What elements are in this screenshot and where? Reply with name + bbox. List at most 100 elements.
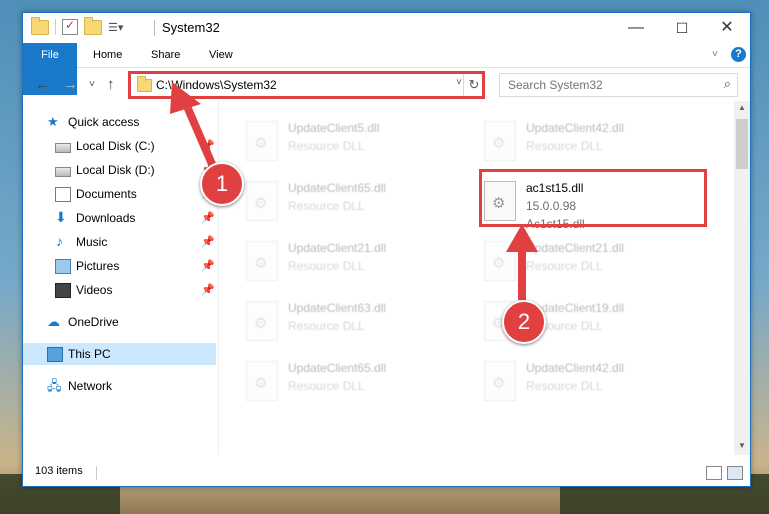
music-icon: ♪	[56, 233, 63, 249]
tab-view[interactable]: View	[196, 43, 246, 67]
search-input[interactable]	[506, 77, 710, 93]
file-description: Ac1st15.dll	[526, 217, 585, 231]
up-arrow-icon[interactable]: ↑	[107, 76, 115, 93]
close-button[interactable]: ✕	[704, 13, 750, 43]
file-version: 15.0.0.98	[526, 199, 577, 213]
status-bar: 103 items	[23, 461, 750, 485]
sidebar-item-label: OneDrive	[68, 315, 119, 329]
dll-file-icon	[484, 361, 516, 401]
sidebar-item-pictures[interactable]: Pictures 📌	[23, 255, 216, 277]
sidebar-item-label: Documents	[76, 187, 137, 201]
sidebar-item-label: Pictures	[76, 259, 120, 273]
scroll-up-icon[interactable]: ▲	[734, 103, 750, 112]
back-arrow-icon[interactable]: ←	[35, 76, 50, 93]
item-count: 103 items	[35, 465, 83, 477]
minimize-button[interactable]: —	[613, 13, 659, 43]
maximize-button[interactable]: ☐	[659, 13, 705, 43]
list-item[interactable]: UpdateClient21.dll Resource DLL	[242, 237, 472, 289]
pin-icon: 📌	[201, 284, 215, 296]
sidebar-item-quick-access[interactable]: ★ Quick access	[23, 111, 216, 133]
network-icon: 🖧	[47, 378, 62, 393]
divider	[55, 19, 56, 35]
file-name: UpdateClient5.dll	[288, 121, 380, 135]
dll-file-icon	[246, 361, 278, 401]
list-item[interactable]: UpdateClient42.dll Resource DLL	[480, 357, 710, 409]
sidebar-item-label: Music	[76, 235, 108, 249]
address-dropdown-chevron-icon[interactable]: ˅	[456, 77, 462, 88]
sidebar-item-onedrive[interactable]: ☁ OneDrive	[23, 311, 216, 333]
divider	[96, 466, 97, 480]
sidebar-item-local-disk-c[interactable]: Local Disk (C:) 📌	[23, 135, 216, 157]
scrollbar-thumb[interactable]	[736, 119, 748, 169]
tab-share[interactable]: Share	[138, 43, 193, 67]
file-name: UpdateClient65.dll	[288, 361, 387, 375]
highlighted-file-ac1st15-dll[interactable]: ac1st15.dll 15.0.0.98 Ac1st15.dll	[480, 177, 710, 231]
quick-access-toolbar: ☰▾	[31, 16, 123, 35]
list-item[interactable]: UpdateClient63.dll Resource DLL	[242, 297, 472, 349]
ribbon-expand-chevron-icon[interactable]: ˅	[699, 43, 731, 67]
title-bar: ☰▾ System32 — ☐ ✕	[23, 13, 750, 43]
window-title: System32	[162, 20, 220, 35]
navigation-pane: ★ Quick access Local Disk (C:) 📌 Local D…	[23, 101, 219, 455]
file-name: UpdateClient65.dll	[288, 181, 387, 195]
file-name: UpdateClient63.dll	[288, 301, 387, 315]
sidebar-item-videos[interactable]: Videos 📌	[23, 279, 216, 301]
list-item[interactable]: UpdateClient65.dll Resource DLL	[242, 357, 472, 409]
sidebar-item-label: Quick access	[68, 115, 140, 129]
drive-icon	[55, 167, 71, 177]
file-type: Resource DLL	[288, 319, 365, 333]
sidebar-item-label: Downloads	[76, 211, 136, 225]
scroll-down-icon[interactable]: ▼	[734, 441, 750, 450]
details-view-icon[interactable]	[706, 466, 722, 480]
step-2-badge: 2	[502, 300, 546, 344]
folder-icon	[31, 16, 49, 35]
pin-icon: 📌	[201, 140, 215, 152]
ribbon-tabs: File Home Share View ˅ ?	[23, 43, 750, 95]
pin-icon: 📌	[201, 236, 215, 248]
recent-locations-chevron-icon[interactable]: ˅	[89, 79, 95, 90]
file-type: Resource DLL	[526, 139, 603, 153]
sidebar-item-documents[interactable]: Documents 📌	[23, 183, 216, 205]
vertical-scrollbar[interactable]: ▲ ▼	[734, 101, 750, 455]
divider	[154, 20, 155, 36]
dll-file-icon	[484, 181, 516, 221]
file-name: UpdateClient21.dll	[288, 241, 387, 255]
sidebar-item-music[interactable]: ♪ Music 📌	[23, 231, 216, 253]
forward-arrow-icon[interactable]: →	[63, 76, 78, 93]
dll-file-icon	[484, 121, 516, 161]
customize-toolbar-icon[interactable]: ☰▾	[108, 21, 123, 34]
properties-icon[interactable]	[62, 18, 78, 35]
pictures-icon	[55, 259, 71, 274]
downloads-icon: ⬇	[55, 209, 67, 225]
sidebar-item-label: This PC	[68, 347, 111, 361]
address-bar[interactable]: C:\Windows\System32 ˅ ↻	[130, 73, 485, 97]
sidebar-item-this-pc[interactable]: This PC	[23, 343, 216, 365]
refresh-icon[interactable]: ↻	[463, 74, 484, 96]
drive-icon	[55, 143, 71, 153]
documents-icon	[55, 187, 71, 202]
large-icons-view-icon[interactable]	[727, 466, 743, 480]
file-explorer-window: ☰▾ System32 — ☐ ✕ File Home Share View ˅…	[22, 12, 751, 487]
file-list: UpdateClient5.dll Resource DLL UpdateCli…	[222, 101, 734, 455]
sidebar-item-label: Videos	[76, 283, 113, 297]
list-item[interactable]: UpdateClient21.dll Resource DLL	[480, 237, 710, 289]
list-item[interactable]: UpdateClient5.dll Resource DLL	[242, 117, 472, 169]
videos-icon	[55, 283, 71, 298]
tab-home[interactable]: Home	[80, 43, 135, 67]
file-type: Resource DLL	[526, 259, 603, 273]
pin-icon: 📌	[201, 212, 215, 224]
computer-icon	[47, 347, 63, 362]
pin-icon: 📌	[201, 260, 215, 272]
help-icon[interactable]: ?	[731, 47, 746, 62]
list-item[interactable]: UpdateClient42.dll Resource DLL	[480, 117, 710, 169]
sidebar-item-network[interactable]: 🖧 Network	[23, 375, 216, 397]
address-path[interactable]: C:\Windows\System32	[156, 78, 277, 92]
sidebar-item-local-disk-d[interactable]: Local Disk (D:) 📌	[23, 159, 216, 181]
new-folder-icon[interactable]	[84, 16, 102, 35]
file-name: UpdateClient42.dll	[526, 361, 625, 375]
search-box[interactable]: ⌕	[499, 73, 738, 97]
sidebar-item-downloads[interactable]: ⬇ Downloads 📌	[23, 207, 216, 229]
file-name: ac1st15.dll	[526, 181, 584, 195]
search-icon[interactable]: ⌕	[724, 76, 731, 92]
list-item[interactable]: UpdateClient65.dll Resource DLL	[242, 177, 472, 229]
